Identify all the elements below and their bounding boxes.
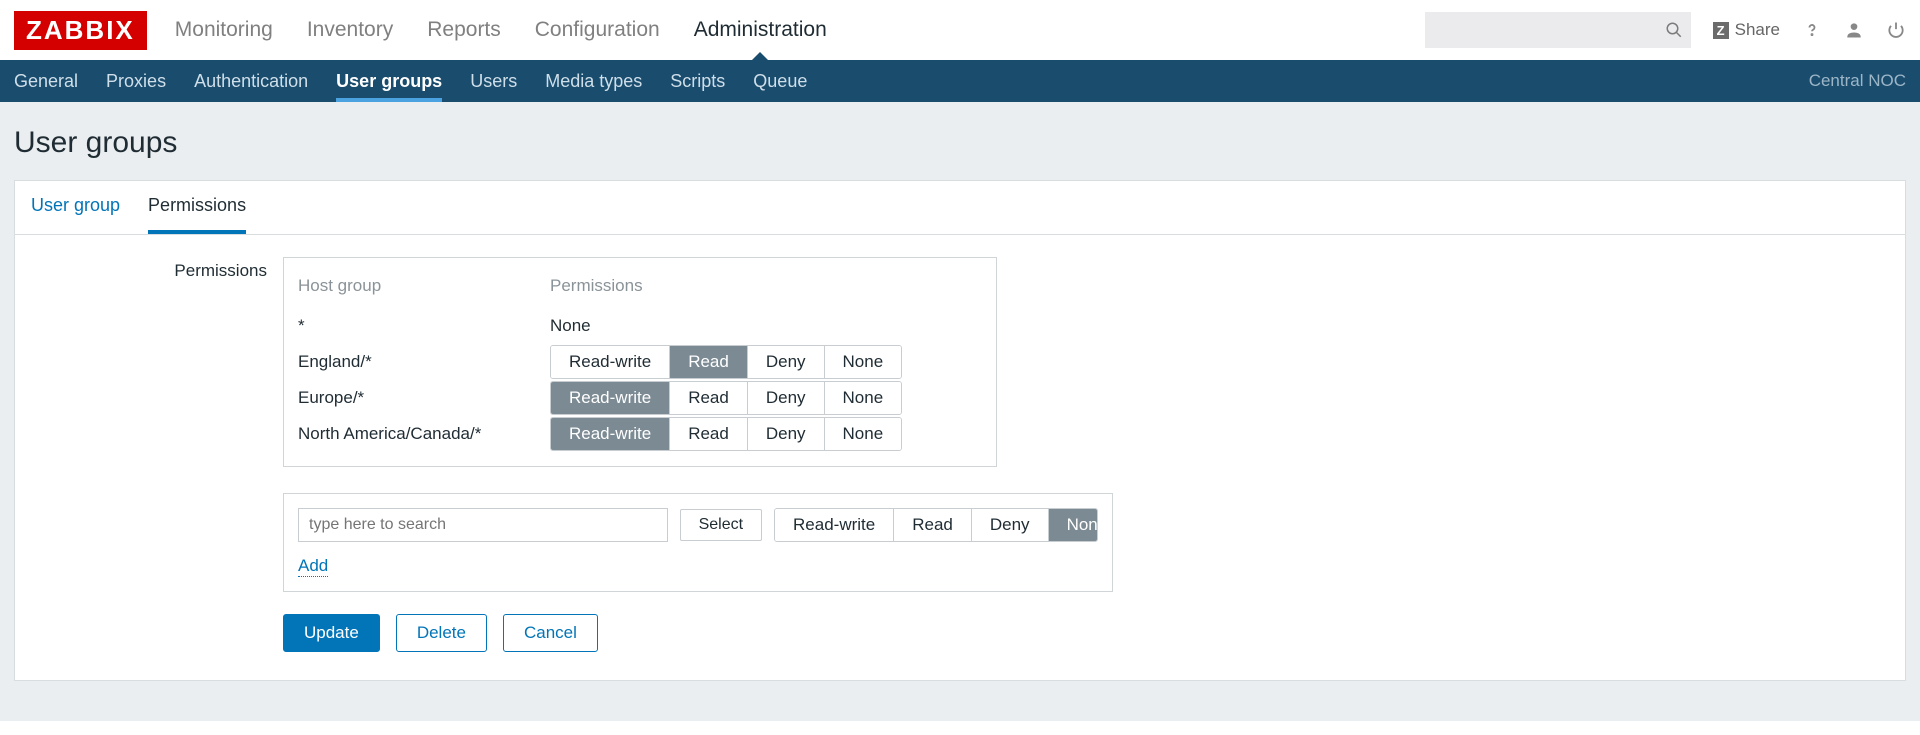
hostgroup-name: North America/Canada/* bbox=[298, 424, 550, 444]
permission-cell: Read-writeReadDenyNone bbox=[550, 345, 982, 379]
subnav-item-general[interactable]: General bbox=[14, 60, 78, 102]
permission-toggle-none[interactable]: None bbox=[825, 346, 902, 378]
permission-row: North America/Canada/*Read-writeReadDeny… bbox=[298, 416, 982, 452]
add-permission-toggle-none[interactable]: None bbox=[1049, 509, 1098, 541]
subnav-item-media-types[interactable]: Media types bbox=[545, 60, 642, 102]
add-permission-toggle-group: Read-writeReadDenyNone bbox=[774, 508, 1098, 542]
cancel-button[interactable]: Cancel bbox=[503, 614, 598, 652]
delete-button[interactable]: Delete bbox=[396, 614, 487, 652]
permission-toggle-group: Read-writeReadDenyNone bbox=[550, 345, 902, 379]
permission-toggle-none[interactable]: None bbox=[825, 418, 902, 450]
add-permission-box: Select Read-writeReadDenyNone Add bbox=[283, 493, 1113, 592]
top-nav: Monitoring Inventory Reports Configuration A… bbox=[175, 18, 827, 42]
permission-toggle-read[interactable]: Read bbox=[670, 382, 748, 414]
hostgroup-name: Europe/* bbox=[298, 388, 550, 408]
help-icon[interactable] bbox=[1802, 20, 1822, 40]
subnav-item-proxies[interactable]: Proxies bbox=[106, 60, 166, 102]
permissions-box: Host group Permissions *NoneEngland/*Rea… bbox=[283, 257, 997, 467]
page-title: User groups bbox=[14, 112, 1906, 180]
col-header-hostgroup: Host group bbox=[298, 276, 550, 296]
col-header-permissions: Permissions bbox=[550, 276, 982, 296]
form-card: User group Permissions Permissions Host g… bbox=[14, 180, 1906, 681]
permission-row: England/*Read-writeReadDenyNone bbox=[298, 344, 982, 380]
subnav-item-users[interactable]: Users bbox=[470, 60, 517, 102]
permission-cell: Read-writeReadDenyNone bbox=[550, 381, 982, 415]
sub-nav: General Proxies Authentication User groups U… bbox=[14, 60, 807, 102]
add-link[interactable]: Add bbox=[298, 556, 328, 577]
form-label-permissions: Permissions bbox=[31, 257, 267, 281]
subnav-item-authentication[interactable]: Authentication bbox=[194, 60, 308, 102]
topnav-item-administration[interactable]: Administration bbox=[694, 18, 827, 42]
permission-toggle-deny[interactable]: Deny bbox=[748, 418, 825, 450]
add-permission-toggle-read[interactable]: Read bbox=[894, 509, 972, 541]
subnav-item-user-groups[interactable]: User groups bbox=[336, 60, 442, 102]
tab-permissions[interactable]: Permissions bbox=[148, 195, 246, 234]
permission-toggle-read[interactable]: Read bbox=[670, 346, 748, 378]
hostgroup-search-input[interactable] bbox=[298, 508, 668, 542]
subnav-right-label: Central NOC bbox=[1809, 71, 1906, 91]
topnav-item-configuration[interactable]: Configuration bbox=[535, 18, 660, 42]
select-button[interactable]: Select bbox=[680, 509, 762, 541]
z-badge-icon: Z bbox=[1713, 22, 1729, 39]
power-icon[interactable] bbox=[1886, 20, 1906, 40]
permission-toggle-read-write[interactable]: Read-write bbox=[551, 418, 670, 450]
share-button[interactable]: Z Share bbox=[1713, 20, 1780, 40]
add-permission-toggle-deny[interactable]: Deny bbox=[972, 509, 1049, 541]
hostgroup-name: * bbox=[298, 316, 550, 336]
tab-user-group[interactable]: User group bbox=[31, 195, 120, 234]
permission-cell: None bbox=[550, 316, 982, 336]
logo[interactable]: ZABBIX bbox=[14, 11, 147, 50]
permission-toggle-read-write[interactable]: Read-write bbox=[551, 382, 670, 414]
share-label: Share bbox=[1735, 20, 1780, 40]
permission-toggle-read[interactable]: Read bbox=[670, 418, 748, 450]
tab-row: User group Permissions bbox=[15, 181, 1905, 235]
permission-toggle-deny[interactable]: Deny bbox=[748, 346, 825, 378]
permission-row: Europe/*Read-writeReadDenyNone bbox=[298, 380, 982, 416]
permission-row: *None bbox=[298, 308, 982, 344]
user-icon[interactable] bbox=[1844, 20, 1864, 40]
global-search-wrap bbox=[1425, 12, 1691, 48]
permission-toggle-group: Read-writeReadDenyNone bbox=[550, 381, 902, 415]
hostgroup-name: England/* bbox=[298, 352, 550, 372]
topnav-item-monitoring[interactable]: Monitoring bbox=[175, 18, 273, 42]
permission-toggle-read-write[interactable]: Read-write bbox=[551, 346, 670, 378]
search-icon[interactable] bbox=[1665, 21, 1683, 39]
permission-toggle-group: Read-writeReadDenyNone bbox=[550, 417, 902, 451]
permission-toggle-none[interactable]: None bbox=[825, 382, 902, 414]
subnav-item-queue[interactable]: Queue bbox=[753, 60, 807, 102]
topnav-item-reports[interactable]: Reports bbox=[427, 18, 501, 42]
global-search-input[interactable] bbox=[1425, 12, 1691, 48]
add-permission-toggle-read-write[interactable]: Read-write bbox=[775, 509, 894, 541]
permission-toggle-deny[interactable]: Deny bbox=[748, 382, 825, 414]
update-button[interactable]: Update bbox=[283, 614, 380, 652]
subnav-item-scripts[interactable]: Scripts bbox=[670, 60, 725, 102]
topnav-item-inventory[interactable]: Inventory bbox=[307, 18, 393, 42]
permission-cell: Read-writeReadDenyNone bbox=[550, 417, 982, 451]
